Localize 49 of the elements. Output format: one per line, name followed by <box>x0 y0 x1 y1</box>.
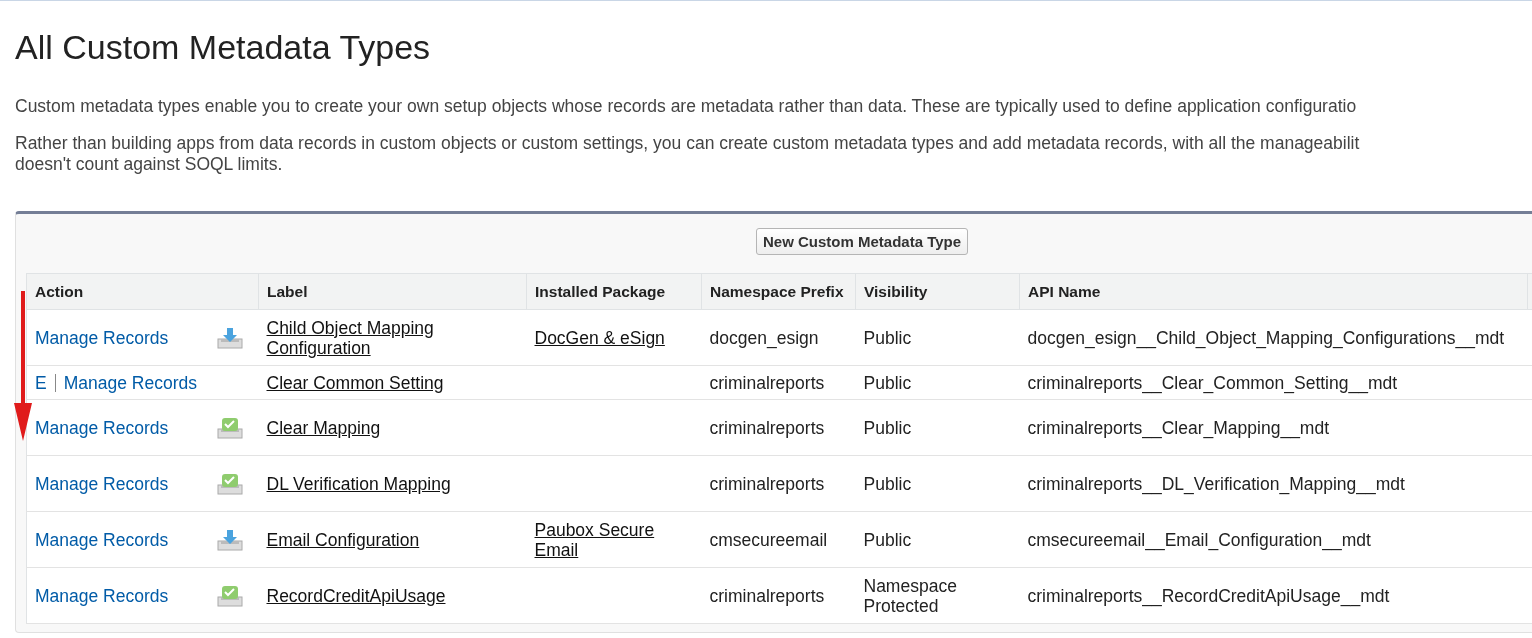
visibility-text: Public <box>863 417 912 438</box>
visibility-text: Public <box>863 529 912 550</box>
check-icon <box>216 416 243 439</box>
action-link[interactable]: Manage Records <box>35 327 169 348</box>
label-link[interactable]: Child Object Mapping Configuration <box>266 317 519 358</box>
api-name-text: criminalreports__RecordCreditApiUsage__mdt <box>1027 585 1390 606</box>
column-header: API Name <box>1028 283 1101 301</box>
label-link[interactable]: Clear Mapping <box>266 417 381 438</box>
column-header: Namespace Prefix <box>710 283 844 301</box>
api-name-text: criminalreports__Clear_Common_Setting__mdt <box>1027 372 1398 393</box>
visibility-text: Public <box>863 372 912 393</box>
api-name-text: criminalreports__Clear_Mapping__mdt <box>1027 417 1330 438</box>
description-text: Custom metadata types enable you to create your own setup objects whose records are metadata rather than data. These are typically used to define application configuratio <box>15 96 1358 118</box>
prefix-text: criminalreports <box>709 473 825 494</box>
label-link[interactable]: Clear Common Setting <box>266 372 444 393</box>
package-link[interactable]: Paubox Secure Email <box>534 519 694 560</box>
api-name-text: cmsecureemail__Email_Configuration__mdt <box>1027 529 1371 550</box>
prefix-text: criminalreports <box>709 417 825 438</box>
column-header: Action <box>35 283 84 301</box>
label-link[interactable]: DL Verification Mapping <box>266 473 451 494</box>
prefix-text: criminalreports <box>709 585 825 606</box>
action-link[interactable]: Manage Records <box>63 372 197 393</box>
api-name-text: criminalreports__DL_Verification_Mapping__mdt <box>1027 473 1405 494</box>
label-link[interactable]: RecordCreditApiUsage <box>266 585 446 606</box>
action-link[interactable]: E <box>35 372 47 393</box>
api-name-text: docgen_esign__Child_Object_Mapping_Configurations__mdt <box>1027 327 1505 348</box>
check-icon <box>216 472 243 495</box>
action-link[interactable]: Manage Records <box>35 585 169 606</box>
action-link[interactable]: Manage Records <box>35 473 169 494</box>
label-link[interactable]: Email Configuration <box>266 529 420 550</box>
action-link[interactable]: Manage Records <box>35 417 169 438</box>
download-icon <box>216 326 243 349</box>
visibility-text: Public <box>863 327 912 348</box>
check-icon <box>216 584 243 607</box>
visibility-text: Public <box>863 473 912 494</box>
column-header: Installed Package <box>535 283 666 301</box>
download-icon <box>216 528 243 551</box>
column-header: Visibility <box>864 283 928 301</box>
prefix-text: criminalreports <box>709 372 825 393</box>
description-text: Rather than building apps from data records in custom objects or custom settings, you can create custom metadata types and add metadata records, with all the manageabilit <box>15 133 1361 155</box>
new-type-button[interactable]: New Custom Metadata Type <box>756 228 969 256</box>
prefix-text: cmsecureemail <box>709 529 828 550</box>
prefix-text: docgen_esign <box>709 327 819 348</box>
action-link[interactable]: Manage Records <box>35 529 169 550</box>
page-title: All Custom Metadata Types <box>15 29 432 67</box>
column-header: Label <box>267 283 308 301</box>
visibility-text: Namespace Protected <box>863 575 957 616</box>
description-text: doesn't count against SOQL limits. <box>15 154 284 176</box>
package-link[interactable]: DocGen & eSign <box>534 327 665 348</box>
